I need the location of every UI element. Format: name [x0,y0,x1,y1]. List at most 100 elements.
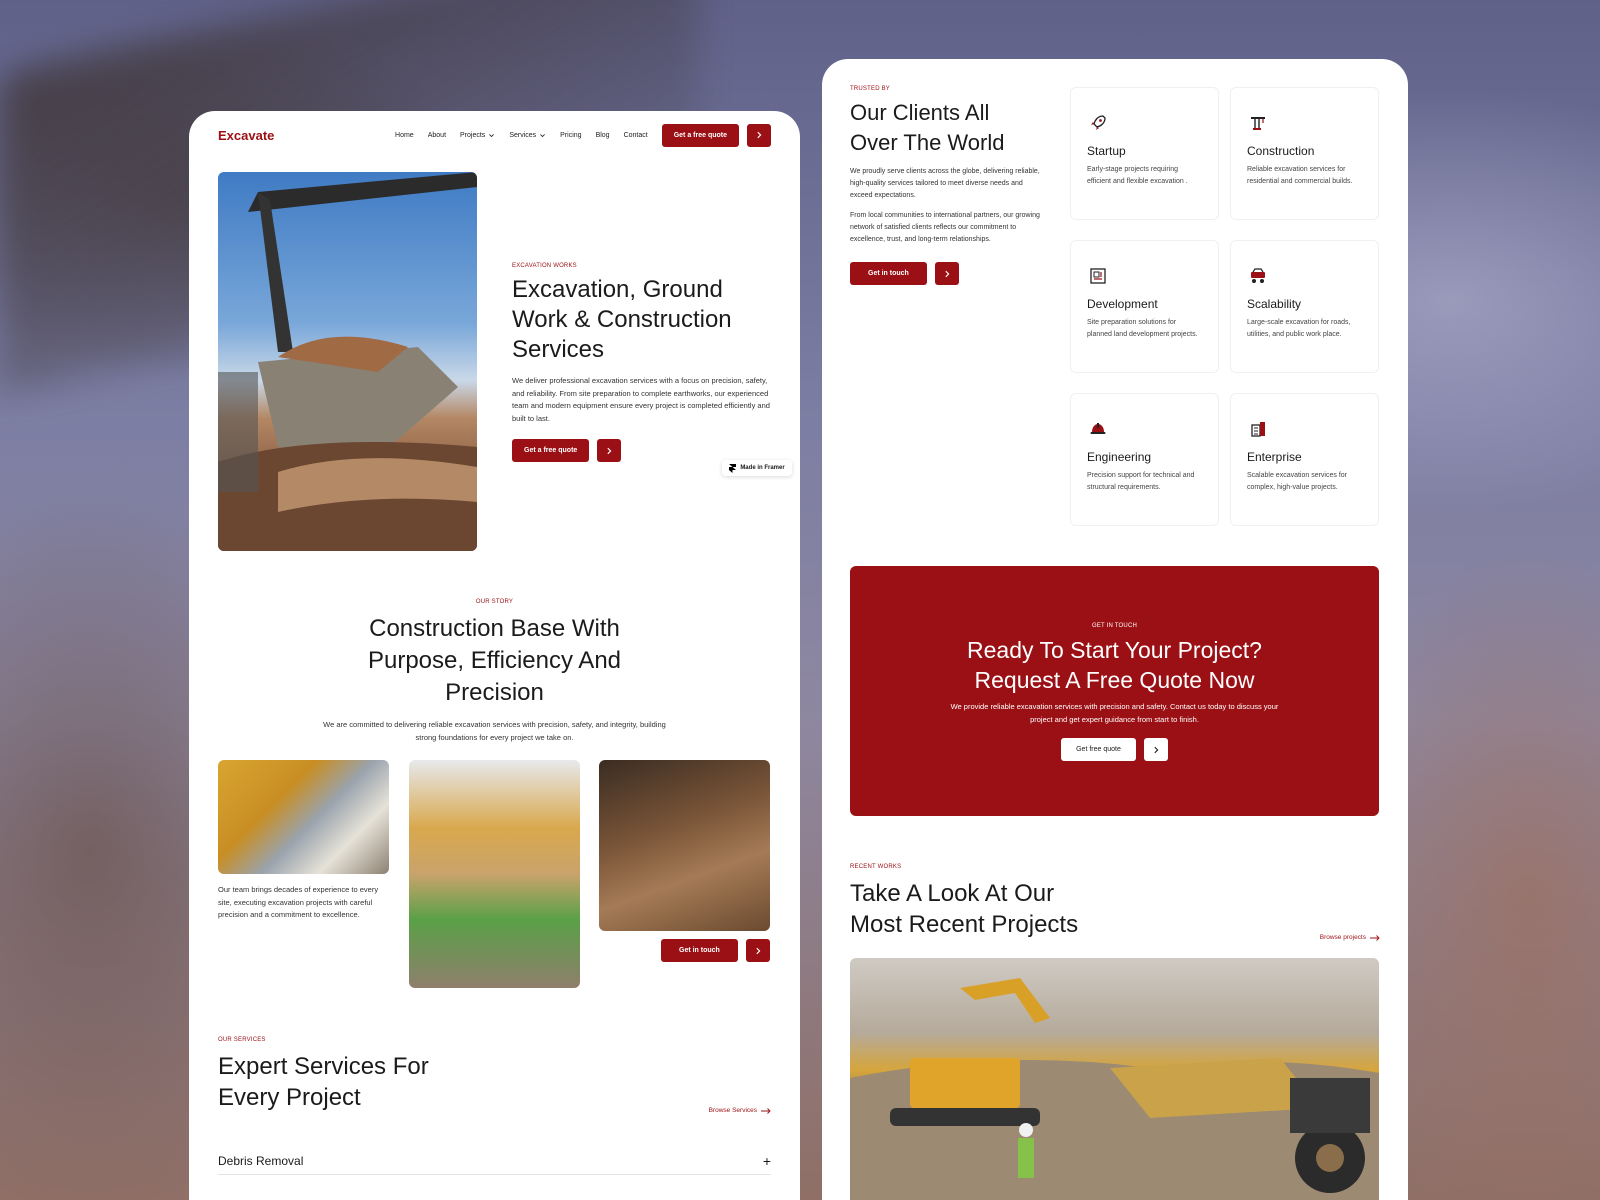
cta-title-text: Ready To Start Your Project? Request A F… [967,637,1262,693]
made-in-framer-badge[interactable]: Made in Framer [722,460,792,476]
hero-description: We deliver professional excavation servi… [512,376,770,423]
nav-contact[interactable]: Contact [624,132,648,139]
recent-title: Take A Look At Our Most Recent Projects [850,880,1079,938]
chevron-right-icon [757,131,762,139]
chevron-down-icon [540,133,546,137]
clients-title: Our Clients All Over The World [850,100,1005,155]
services-title: Expert Services For Every Project [218,1053,429,1111]
chevron-right-icon [1154,746,1159,753]
badge-label: Made in Framer [740,465,785,471]
nav-about[interactable]: About [428,132,446,139]
hero-eyebrow: EXCAVATION WORKS [512,263,577,269]
clients-section: TRUSTED BY Our Clients All Over The Worl… [850,86,1040,285]
story-description: We are committed to delivering reliable … [323,720,666,742]
nav-services[interactable]: Services [509,132,546,139]
browse-projects-label: Browse projects [1319,934,1366,941]
card-description: Reliable excavation services for residen… [1247,166,1353,185]
chevron-right-icon [607,447,612,454]
hero-excavator-image [218,172,477,551]
card-description: Precision support for technical and stru… [1087,472,1195,491]
nav-home[interactable]: Home [395,132,414,139]
clients-eyebrow: TRUSTED BY [850,86,891,92]
card-title: Construction [1247,144,1315,158]
card-description: Site preparation solutions for planned l… [1087,319,1198,338]
service-item-label: Debris Removal [218,1153,304,1168]
framer-logo-icon [729,463,737,473]
building-icon [1247,418,1269,440]
client-card-engineering: Engineering Precision support for techni… [1070,393,1219,526]
browse-projects-link[interactable]: Browse projects [1320,934,1380,941]
chevron-right-icon [945,270,950,277]
arrow-right-icon [1370,934,1380,941]
crane-icon [1247,112,1269,134]
card-title: Enterprise [1247,450,1302,464]
story-caption: Our team brings decades of experience to… [218,885,379,919]
card-title: Scalability [1247,297,1302,311]
recent-project-image[interactable] [850,958,1379,1200]
services-eyebrow: OUR SERVICES [218,1037,266,1043]
worker-with-truck-image [409,760,580,988]
clients-description-2: From local communities to international … [850,212,1040,243]
service-accordion-item[interactable]: Debris Removal + [218,1147,771,1175]
cta-arrow-button[interactable] [1143,738,1168,761]
story-title-text: Construction Base With Purpose, Efficien… [367,615,622,706]
client-card-development: Development Site preparation solutions f… [1070,240,1219,373]
card-description: Early-stage projects requiring efficient… [1087,166,1188,185]
nav-quote-button[interactable]: Get a free quote [661,123,739,147]
cta-quote-button[interactable]: Get free quote [1061,738,1136,761]
cta-description: We provide reliable excavation services … [950,702,1279,724]
story-eyebrow: OUR STORY [475,599,514,605]
hero-quote-button[interactable]: Get a free quote [512,439,590,462]
story-arrow-button[interactable] [745,939,770,962]
hero-arrow-button[interactable] [597,439,622,462]
nav-arrow-button[interactable] [747,123,771,147]
card-title: Development [1087,297,1158,311]
nav-blog[interactable]: Blog [596,132,610,139]
engineer-with-plans-image [218,760,389,874]
cta-title: Ready To Start Your Project? Request A F… [850,635,1379,695]
chevron-right-icon [756,947,761,954]
client-card-construction: Construction Reliable excavation service… [1230,87,1379,220]
hero-section: EXCAVATION WORKS Excavation, Ground Work… [512,263,772,462]
nav-services-label: Services [509,131,537,139]
client-card-scalability: Scalability Large-scale excavation for r… [1230,240,1379,373]
chevron-down-icon [489,133,495,137]
client-card-startup: Startup Early-stage projects requiring e… [1070,87,1219,220]
blueprint-icon [1087,265,1109,287]
hard-hat-icon [1087,418,1109,440]
story-title: Construction Base With Purpose, Efficien… [189,613,800,709]
rocket-icon [1087,112,1109,134]
card-title: Startup [1087,144,1126,158]
excavator-icon [1247,265,1269,287]
story-section: OUR STORY Construction Base With Purpose… [189,599,800,744]
homepage-preview: Excavate Home About Projects Services Pr… [189,111,800,1200]
card-description: Large-scale excavation for roads, utilit… [1247,319,1351,338]
excavator-illustration [218,172,477,551]
plus-icon: + [762,1152,771,1169]
nav-links: Home About Projects Services Pricing Blo… [395,132,648,139]
cta-eyebrow: GET IN TOUCH [1091,623,1138,629]
browse-services-label: Browse Services [708,1107,757,1114]
card-title: Engineering [1087,450,1152,464]
services-section: OUR SERVICES Expert Services For Every P… [218,1037,771,1175]
browse-services-link[interactable]: Browse Services [709,1107,771,1114]
project-site-illustration [850,978,1379,1200]
logo[interactable]: Excavate [218,128,274,143]
card-description: Scalable excavation services for complex… [1247,472,1347,491]
clients-description-1: We proudly serve clients across the glob… [850,168,1040,199]
nav-projects-label: Projects [460,131,486,139]
nav-projects[interactable]: Projects [460,132,495,139]
excavator-bucket-image [599,760,770,931]
recent-works-section: RECENT WORKS Take A Look At Our Most Rec… [850,864,1380,941]
quote-cta-block: GET IN TOUCH Ready To Start Your Project… [850,566,1379,816]
client-card-enterprise: Enterprise Scalable excavation services … [1230,393,1379,526]
clients-contact-button[interactable]: Get in touch [850,262,927,285]
recent-eyebrow: RECENT WORKS [850,864,902,870]
navbar: Excavate Home About Projects Services Pr… [218,123,771,147]
story-contact-button[interactable]: Get in touch [661,939,738,962]
arrow-right-icon [761,1107,771,1114]
hero-title: Excavation, Ground Work & Construction S… [512,276,732,363]
clients-page-preview: TRUSTED BY Our Clients All Over The Worl… [822,59,1408,1200]
clients-arrow-button[interactable] [934,262,959,285]
nav-pricing[interactable]: Pricing [560,132,581,139]
